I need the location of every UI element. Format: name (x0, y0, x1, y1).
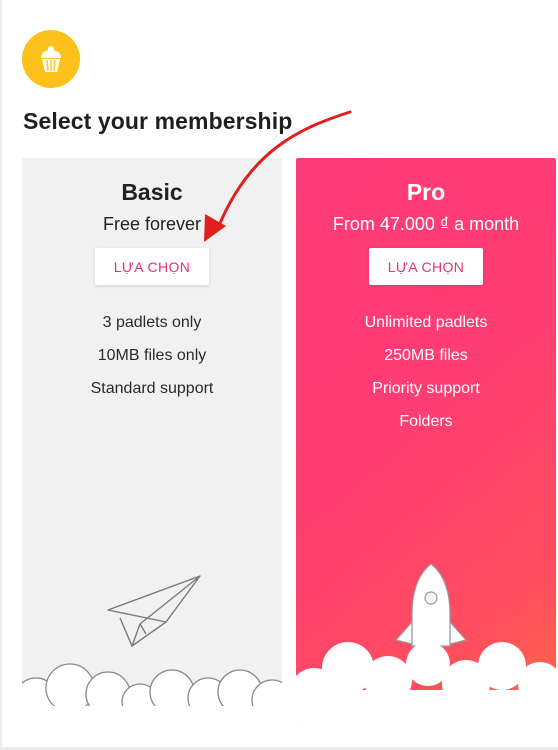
membership-page: Select your membership Basic Free foreve… (0, 0, 558, 750)
plan-name: Basic (121, 179, 183, 205)
choose-pro-button[interactable]: LỰA CHỌN (369, 248, 483, 285)
plan-price: From 47.000 ₫ a month (332, 214, 520, 234)
feature-list: Unlimited padlets 250MB files Priority s… (296, 312, 556, 444)
feature-list: 3 padlets only 10MB files only Standard … (22, 312, 282, 411)
feature-item: 3 padlets only (102, 314, 202, 331)
plan-card-basic: Basic Free forever LỰA CHỌN 3 padlets on… (22, 158, 282, 728)
cupcake-icon (22, 30, 80, 88)
plan-price: Free forever (102, 214, 202, 234)
feature-item: 10MB files only (97, 347, 207, 364)
page-title: Select your membership (23, 108, 293, 134)
feature-item: Standard support (90, 380, 214, 397)
plan-name: Pro (406, 179, 446, 205)
left-border (0, 0, 2, 750)
feature-item: Folders (399, 413, 453, 430)
feature-item: Priority support (372, 380, 480, 397)
paper-plane-icon (107, 575, 201, 647)
feature-item: 250MB files (384, 347, 468, 364)
plan-card-pro: Pro From 47.000 ₫ a month LỰA CHỌN Unlim… (296, 158, 556, 728)
choose-basic-button[interactable]: LỰA CHỌN (95, 248, 209, 285)
feature-item: Unlimited padlets (364, 314, 488, 331)
clouds-decoration (22, 663, 282, 728)
clouds-decoration (296, 642, 556, 728)
